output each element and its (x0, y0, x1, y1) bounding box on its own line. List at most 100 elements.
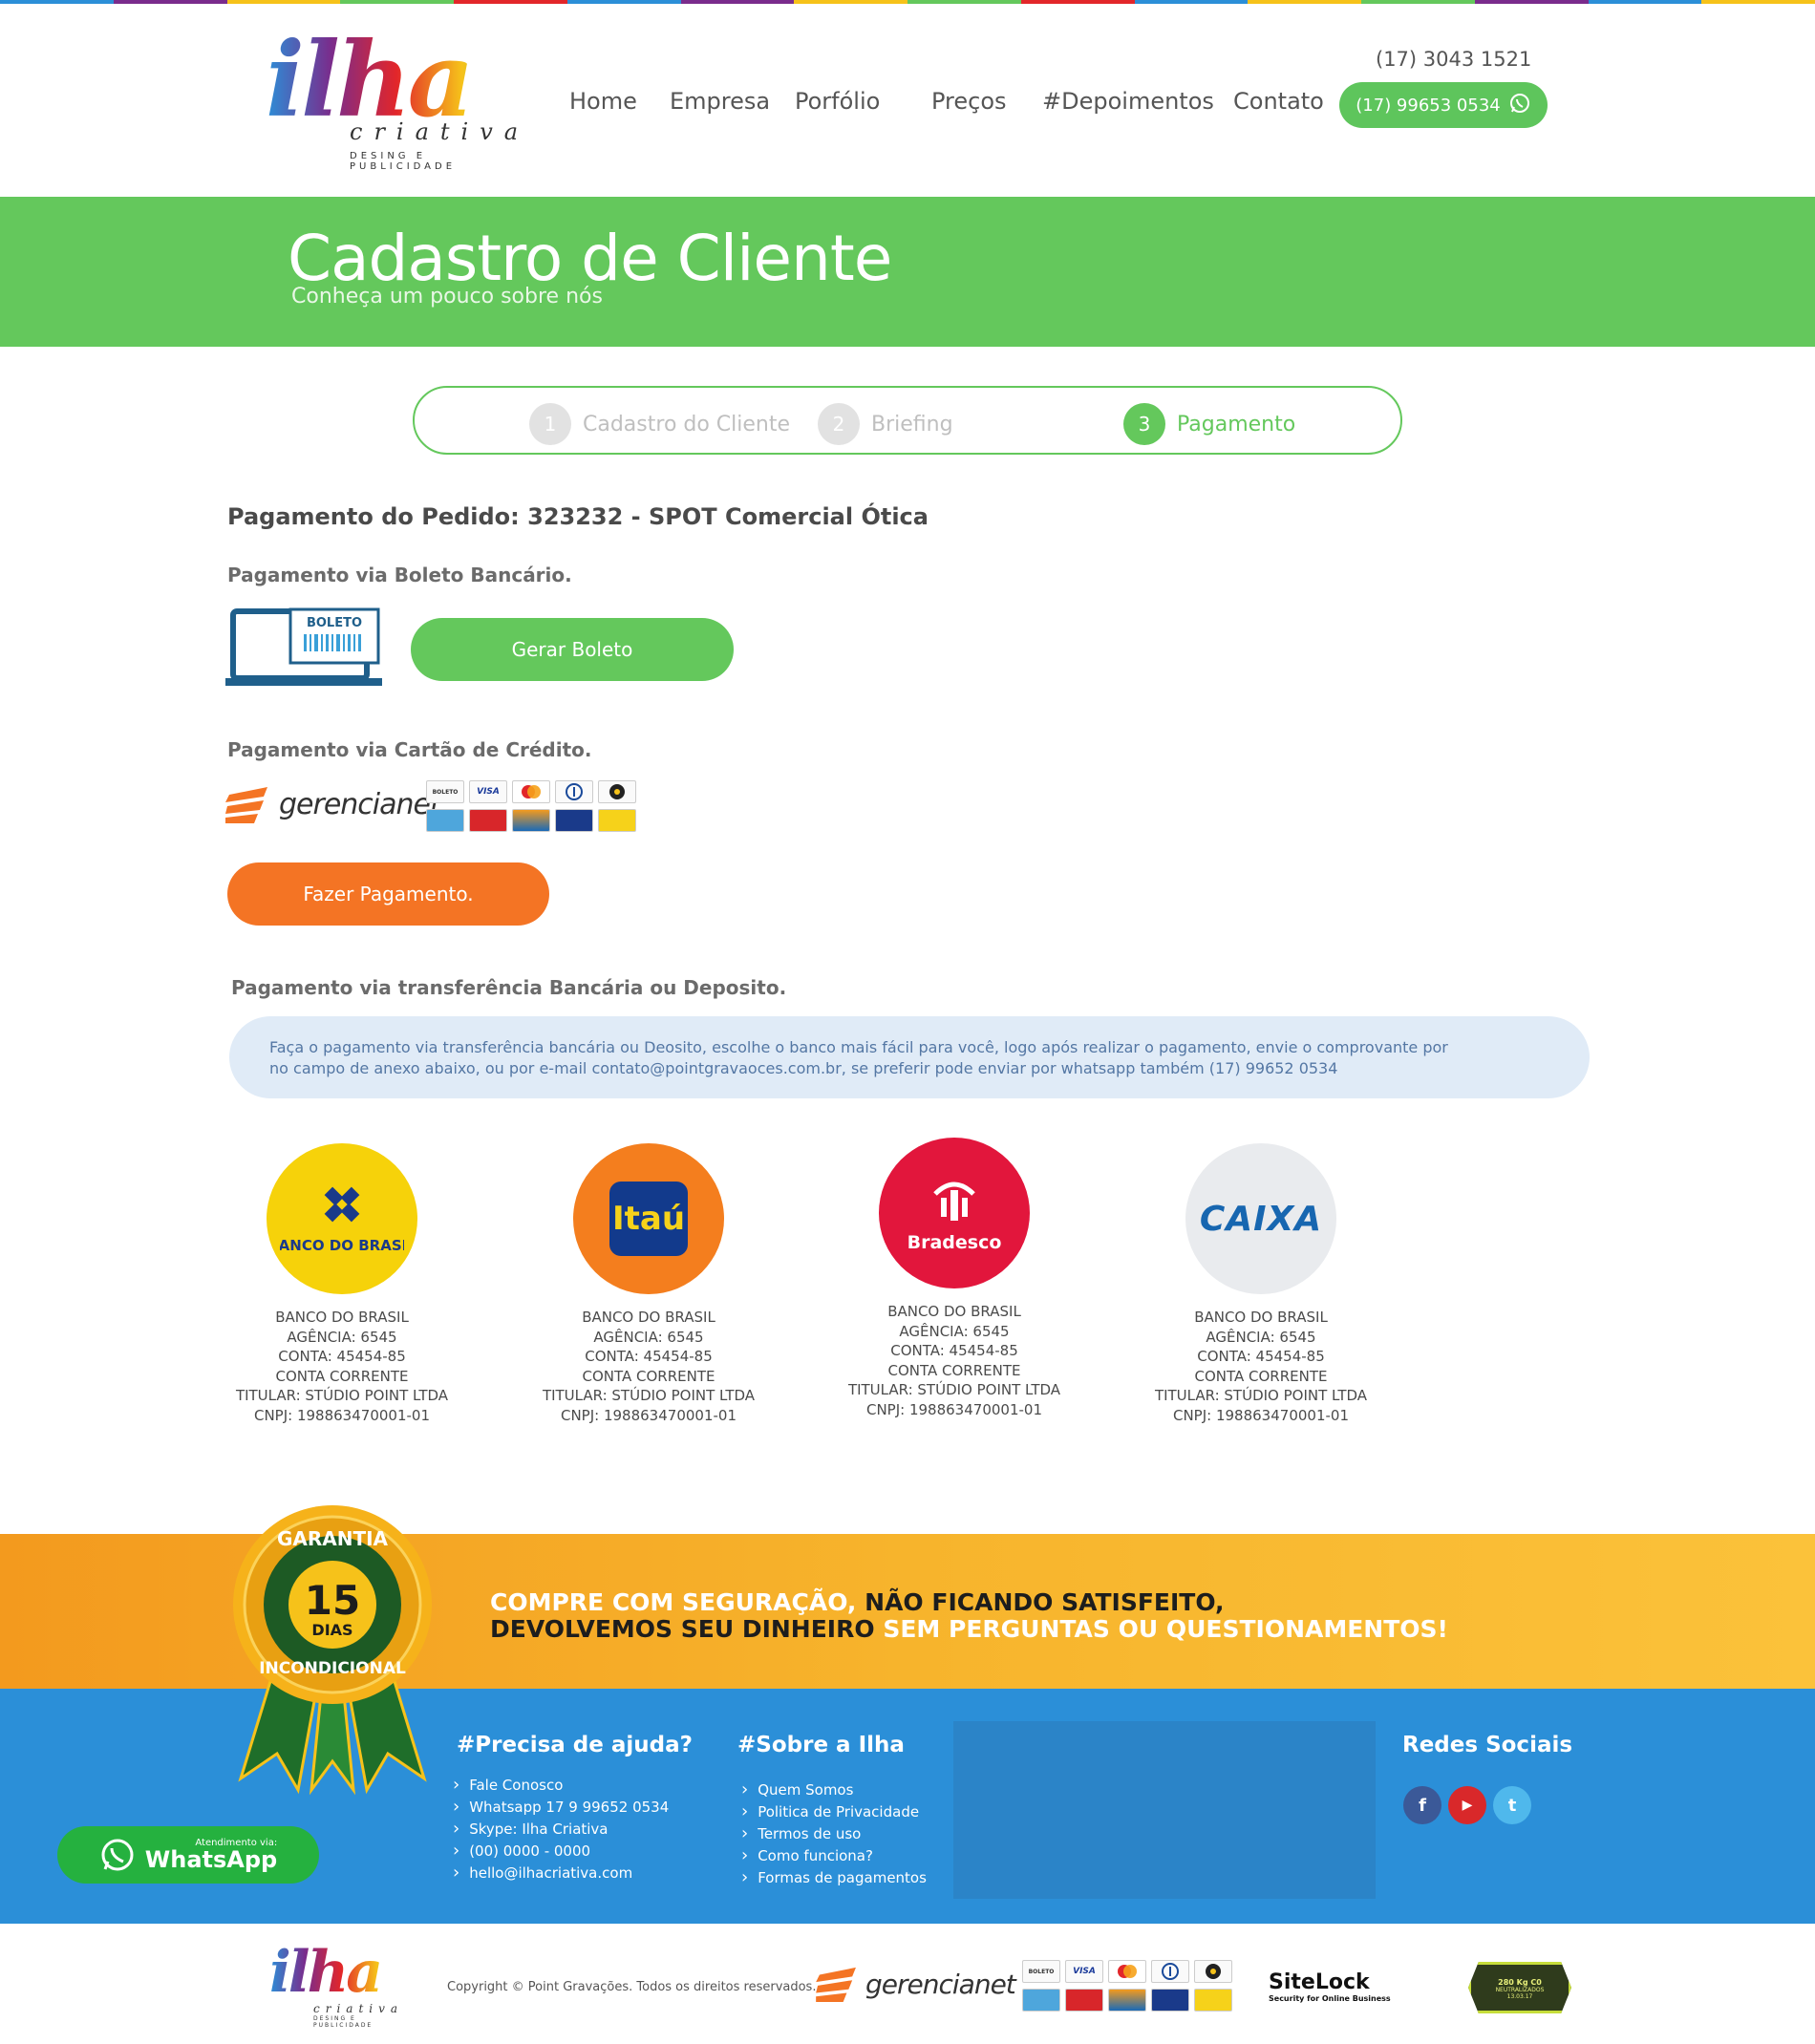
site-logo[interactable]: ilha criativa DESING E PUBLICIDADE (266, 29, 527, 172)
footer-social-title: Redes Sociais (1402, 1733, 1573, 1757)
footer-help-title: #Precisa de ajuda? (457, 1733, 693, 1757)
step-number: 1 (529, 403, 571, 445)
bank-titular: TITULAR: STÚDIO POINT LTDA (847, 1381, 1061, 1398)
transfer-heading: Pagamento via transferência Bancária ou … (231, 976, 787, 999)
header-whatsapp-number: (17) 99653 0534 (1356, 95, 1501, 116)
nav-precos[interactable]: Preços (931, 88, 1007, 115)
step-cadastro[interactable]: 1 Cadastro do Cliente (529, 403, 790, 445)
bank-logo-text: BANCO DO BRASIL (280, 1237, 404, 1254)
nav-empresa[interactable]: Empresa (670, 88, 770, 115)
step-pagamento[interactable]: 3 Pagamento (1123, 403, 1295, 445)
hipercard-brand-icon (469, 809, 507, 832)
bank-card-bradesco: Bradesco BANCO DO BRASIL AGÊNCIA: 6545 C… (825, 1138, 1083, 1419)
footer-link-whatsapp[interactable]: Whatsapp 17 9 99652 0534 (453, 1797, 669, 1817)
step-number: 3 (1123, 403, 1165, 445)
guarantee-text: DEVOLVEMOS SEU DINHEIRO (490, 1615, 875, 1643)
guarantee-seal: GARANTIA 15 DIAS INCONDICIONAL (231, 1503, 434, 1799)
footer-link-phone[interactable]: (00) 0000 - 0000 (453, 1841, 590, 1861)
gerencianet-mark-icon (816, 1967, 856, 2002)
sitelock-badge[interactable]: SiteLock Security for Online Business (1269, 1970, 1391, 2003)
whatsapp-icon (101, 1839, 134, 1871)
boleto-brand-icon: BOLETO (426, 780, 464, 803)
diners-brand-icon (1151, 1960, 1189, 1983)
footer-link-fale-conosco[interactable]: Fale Conosco (453, 1775, 563, 1795)
bank-tipo: CONTA CORRENTE (1194, 1367, 1328, 1385)
footer-about-title: #Sobre a Ilha (737, 1733, 905, 1757)
nav-contato[interactable]: Contato (1233, 88, 1324, 115)
guarantee-message: COMPRE COM SEGURAÇÃO, NÃO FICANDO SATISF… (490, 1589, 1448, 1643)
bank-tipo: CONTA CORRENTE (275, 1367, 409, 1385)
bradesco-logo: Bradesco (879, 1138, 1030, 1288)
transfer-info-box: Faça o pagamento via transferência bancá… (229, 1016, 1590, 1098)
footer-link-privacidade[interactable]: Politica de Privacidade (741, 1801, 919, 1821)
bank-cnpj: CNPJ: 198863470001-01 (560, 1406, 737, 1424)
amex-brand-icon (1022, 1989, 1060, 2012)
step-briefing[interactable]: 2 Briefing (818, 403, 953, 445)
gerencianet-logo: gerencianet (225, 785, 441, 823)
bank-details: BANCO DO BRASIL AGÊNCIA: 6545 CONTA: 454… (520, 1308, 778, 1425)
bank-card-banco-do-brasil: BANCO DO BRASIL BANCO DO BRASIL AGÊNCIA:… (213, 1143, 471, 1425)
footer-logo-tagline: DESING E PUBLICIDADE (313, 2015, 374, 2029)
footer-link-skype[interactable]: Skype: Ilha Criativa (453, 1819, 608, 1839)
footer-logo-subword: criativa (313, 2002, 404, 2015)
itau-brand-icon (555, 809, 593, 832)
bank-logo-text: Itaú (609, 1182, 688, 1256)
bank-name: BANCO DO BRASIL (1194, 1309, 1328, 1326)
hipercard-brand-icon (1065, 1989, 1103, 2012)
seal-number: 15 (305, 1577, 360, 1624)
footer-link-como-funciona[interactable]: Como funciona? (741, 1845, 873, 1865)
step-label: Briefing (871, 412, 953, 436)
gerar-boleto-button[interactable]: Gerar Boleto (411, 618, 734, 681)
bank-titular: TITULAR: STÚDIO POINT LTDA (1154, 1387, 1368, 1404)
bank-conta: CONTA: 45454-85 (1197, 1348, 1325, 1365)
visa-brand-icon: VISA (469, 780, 507, 803)
whatsapp-floating-button[interactable]: Atendimento via: WhatsApp (57, 1826, 319, 1884)
guarantee-text: NÃO FICANDO SATISFEITO, (865, 1588, 1225, 1616)
seal-text: GARANTIA (277, 1527, 389, 1550)
boleto-brand-icon: BOLETO (1022, 1960, 1060, 1983)
bank-details: BANCO DO BRASIL AGÊNCIA: 6545 CONTA: 454… (213, 1308, 471, 1425)
bank-titular: TITULAR: STÚDIO POINT LTDA (542, 1387, 756, 1404)
bank-tipo: CONTA CORRENTE (582, 1367, 715, 1385)
caixa-logo: CAIXA (1185, 1143, 1336, 1294)
step-label: Cadastro do Cliente (583, 412, 791, 436)
fazer-pagamento-button[interactable]: Fazer Pagamento. (227, 862, 549, 926)
footer-gerencianet-logo: gerencianet (816, 1966, 1016, 2002)
header-phone[interactable]: (17) 3043 1521 (1376, 48, 1531, 71)
gerencianet-text: gerencianet (279, 787, 441, 821)
co2-text: 280 Kg C0 (1498, 1978, 1542, 1987)
bank-agencia: AGÊNCIA: 6545 (593, 1328, 704, 1346)
youtube-icon[interactable]: ▶ (1448, 1786, 1486, 1824)
card-brands-grid: BOLETO VISA (426, 780, 644, 832)
nav-portfolio[interactable]: Porfólio (795, 88, 880, 115)
footer-link-quem-somos[interactable]: Quem Somos (741, 1779, 853, 1799)
facebook-icon[interactable]: f (1403, 1786, 1441, 1824)
diners-brand-icon (555, 780, 593, 803)
bank-name: BANCO DO BRASIL (887, 1303, 1021, 1320)
sitelock-text: SiteLock (1269, 1970, 1370, 1994)
bank-cnpj: CNPJ: 198863470001-01 (1172, 1406, 1349, 1424)
elo-brand-icon (598, 780, 636, 803)
header-whatsapp-button[interactable]: (17) 99653 0534 (1339, 82, 1548, 128)
bank-details: BANCO DO BRASIL AGÊNCIA: 6545 CONTA: 454… (825, 1302, 1083, 1419)
mastercard-brand-icon (512, 780, 550, 803)
bank-agencia: AGÊNCIA: 6545 (287, 1328, 397, 1346)
bb-brand-icon (1194, 1989, 1232, 2012)
footer-link-email[interactable]: hello@ilhacriativa.com (453, 1863, 632, 1883)
twitter-icon[interactable]: t (1493, 1786, 1531, 1824)
footer-link-termos[interactable]: Termos de uso (741, 1823, 861, 1843)
bank-card-caixa: CAIXA BANCO DO BRASIL AGÊNCIA: 6545 CONT… (1132, 1143, 1390, 1425)
guarantee-text: COMPRE COM SEGURAÇÃO, (490, 1588, 857, 1616)
boleto-monitor-icon: BOLETO (225, 607, 382, 692)
boleto-heading: Pagamento via Boleto Bancário. (227, 564, 572, 586)
nav-home[interactable]: Home (569, 88, 637, 115)
aura-brand-icon (512, 809, 550, 832)
bank-conta: CONTA: 45454-85 (585, 1348, 713, 1365)
bank-logo-text: CAIXA (1199, 1199, 1323, 1239)
step-label: Pagamento (1177, 412, 1296, 436)
bradesco-tree-icon (933, 1182, 975, 1221)
footer-logo[interactable]: ilha criativa DESING E PUBLICIDADE (269, 1943, 413, 2029)
nav-depoimentos[interactable]: #Depoimentos (1042, 88, 1214, 115)
footer-link-formas-pagamento[interactable]: Formas de pagamentos (741, 1867, 927, 1887)
logo-tagline: DESING E PUBLICIDADE (350, 151, 457, 172)
